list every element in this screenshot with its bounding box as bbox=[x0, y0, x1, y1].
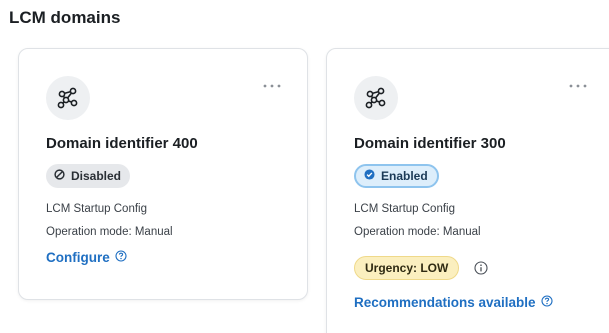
domain-name: Domain identifier 400 bbox=[46, 135, 198, 152]
network-nodes-icon bbox=[46, 76, 90, 120]
recommendations-link[interactable]: Recommendations available bbox=[354, 295, 553, 310]
network-nodes-icon bbox=[354, 76, 398, 120]
status-badge: Disabled bbox=[46, 164, 131, 188]
urgency-badge: Urgency: LOW bbox=[354, 256, 460, 280]
help-circle-icon[interactable] bbox=[541, 295, 553, 310]
domain-card[interactable]: Domain identifier 400 Disabled LCM Start… bbox=[18, 48, 308, 300]
status-label: Disabled bbox=[71, 169, 122, 183]
domain-card[interactable]: Domain identifier 300 Enabled LCM Startu… bbox=[326, 48, 609, 333]
disabled-circle-icon bbox=[54, 169, 65, 183]
status-label: Enabled bbox=[381, 169, 428, 183]
operation-mode: Operation mode: Manual bbox=[354, 226, 481, 238]
more-horizontal-icon[interactable] bbox=[567, 79, 589, 93]
help-circle-icon[interactable] bbox=[115, 250, 127, 265]
section-title: LCM domains bbox=[9, 8, 121, 27]
more-horizontal-icon[interactable] bbox=[261, 79, 283, 93]
check-circle-icon bbox=[364, 169, 375, 183]
startup-config: LCM Startup Config bbox=[46, 203, 147, 215]
info-circle-icon[interactable] bbox=[473, 261, 488, 276]
startup-config: LCM Startup Config bbox=[354, 203, 455, 215]
domain-name: Domain identifier 300 bbox=[354, 135, 506, 152]
urgency-row: Urgency: LOW bbox=[354, 256, 488, 280]
configure-link[interactable]: Configure bbox=[46, 250, 127, 265]
operation-mode: Operation mode: Manual bbox=[46, 226, 173, 238]
recommendations-link-label: Recommendations available bbox=[354, 295, 536, 310]
status-badge: Enabled bbox=[354, 164, 439, 188]
lcm-domains-page: LCM domains Domain identifier 400 Disabl… bbox=[0, 0, 609, 333]
configure-link-label: Configure bbox=[46, 250, 110, 265]
